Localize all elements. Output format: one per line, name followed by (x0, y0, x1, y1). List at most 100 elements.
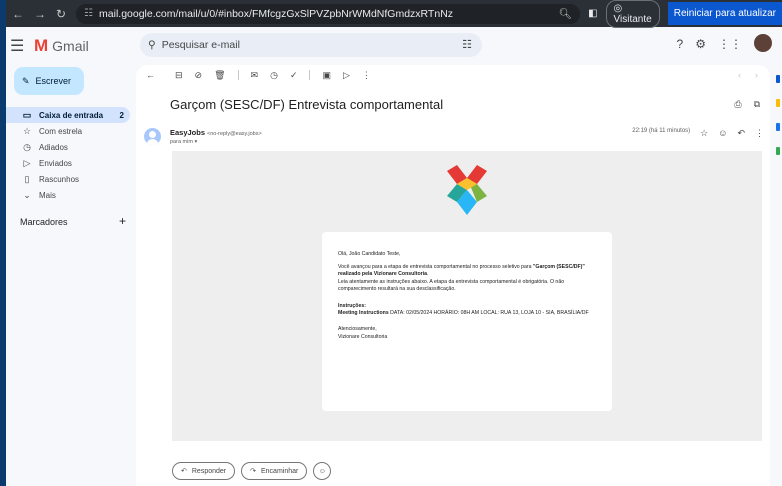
reply-icon: ↶ (181, 468, 187, 475)
browser-toolbar: ← → ↻ ☷ mail.google.com/mail/u/0/#inbox/… (6, 0, 782, 28)
sidebar-item-drafts[interactable]: ▯ Rascunhos (6, 171, 130, 187)
reply-button[interactable]: ↶ Responder (172, 462, 236, 480)
profile-button[interactable]: ◎ Visitante (605, 0, 660, 28)
sidebar-item-inbox[interactable]: ▭ Caixa de entrada 2 (6, 107, 130, 123)
filter-options-icon[interactable]: ☷ (462, 38, 472, 51)
help-icon[interactable]: ? (677, 37, 684, 52)
pencil-icon: ✎ (22, 75, 30, 86)
company-name: Vizionare Consultoria (338, 333, 388, 340)
snooze-icon[interactable]: ◷ (270, 70, 278, 81)
compose-label: Escrever (35, 76, 72, 86)
paragraph-2: Leia atentamente as instruções abaixo. A… (338, 278, 565, 293)
recipient-label: para mim (170, 139, 193, 145)
side-panel-rail (770, 65, 782, 486)
send-icon: ▷ (23, 157, 31, 168)
search-placeholder: Pesquisar e-mail (161, 39, 240, 51)
recipient-details[interactable]: para mim ▾ (170, 139, 262, 145)
profile-icon: ◎ (613, 2, 623, 14)
sidebar-item-label: Mais (39, 190, 56, 200)
sidebar-item-label: Adiados (39, 142, 68, 152)
sidebar-item-sent[interactable]: ▷ Enviados (6, 155, 130, 171)
add-label-icon[interactable]: + (119, 214, 126, 228)
chevron-down-icon: ▾ (194, 139, 198, 145)
sidebar-item-label: Com estrela (39, 126, 83, 136)
tasks-icon[interactable] (776, 123, 780, 131)
add-task-icon[interactable]: ✓ (290, 70, 298, 81)
instructions: Instruções: Meeting Instructions DATA: 02… (338, 303, 596, 318)
sidebar-item-label: Caixa de entrada (39, 110, 104, 120)
emoji-icon: ☺ (318, 467, 326, 475)
clock-icon: ◷ (23, 141, 31, 152)
reload-icon[interactable]: ↻ (56, 7, 66, 21)
archive-icon[interactable]: ⊟ (175, 70, 183, 81)
browser-window: ← → ↻ ☷ mail.google.com/mail/u/0/#inbox/… (6, 0, 782, 486)
site-info-icon[interactable]: ☷ (84, 8, 93, 19)
reply-label: Responder (191, 467, 227, 475)
star-icon[interactable]: ☆ (700, 128, 708, 139)
paragraph-1-end: . (426, 271, 429, 278)
sidebar-item-label: Enviados (39, 158, 72, 168)
sidebar-item-more[interactable]: ⌄ Mais (6, 187, 130, 203)
forward-button[interactable]: ↷ Encaminhar (241, 462, 308, 480)
settings-icon[interactable]: ⚙ (695, 37, 706, 52)
chevron-down-icon: ⌄ (23, 189, 31, 200)
instructions-text: DATA: 02/05/2024 HORÁRIO: 08H AM LOCAL: … (388, 309, 589, 316)
contacts-icon[interactable] (776, 147, 780, 155)
move-to-icon[interactable]: ▣ (322, 70, 331, 81)
sidebar: ✎ Escrever ▭ Caixa de entrada 2 ☆ Com es… (6, 65, 136, 486)
message-toolbar: ← ⊟ ⊘ 🗑︎ ✉ ◷ ✓ ▣ ▷ ⋮ ‹ › (136, 65, 770, 85)
keep-icon[interactable] (776, 99, 780, 107)
labels-title: Marcadores (20, 217, 68, 227)
greeting: Olá, João Candidato Teste, (338, 251, 401, 257)
gmail-logo[interactable]: M Gmail (34, 36, 89, 56)
more-options-icon[interactable]: ⋮ (362, 70, 371, 81)
search-icon[interactable]: ⚲ (148, 39, 156, 51)
forward-label: Encaminhar (261, 467, 299, 475)
sender-name[interactable]: EasyJobs (170, 128, 205, 137)
print-icon[interactable]: ⎙ (734, 99, 741, 110)
reply-actions: ↶ Responder ↷ Encaminhar ☺ (172, 462, 332, 480)
url-text: mail.google.com/mail/u/0/#inbox/FMfcgzGx… (99, 7, 454, 20)
compose-button[interactable]: ✎ Escrever (14, 67, 84, 95)
sender-avatar[interactable] (144, 128, 161, 145)
sidebar-item-snoozed[interactable]: ◷ Adiados (6, 139, 130, 155)
report-spam-icon[interactable]: ⊘ (195, 70, 203, 81)
address-bar[interactable]: ☷ mail.google.com/mail/u/0/#inbox/FMfcgz… (76, 3, 581, 24)
newer-icon[interactable]: ‹ (738, 70, 741, 80)
email-body: Olá, João Candidato Teste, Você avançou … (172, 151, 762, 441)
sender-header: EasyJobs <no-reply@easy.jobs> para mim ▾… (144, 128, 764, 145)
emoji-reaction-icon[interactable]: ☺ (718, 128, 727, 138)
more-options-icon[interactable]: ⋮ (755, 128, 764, 139)
company-logo (447, 165, 487, 215)
search-input[interactable]: ⚲ Pesquisar e-mail ☷ (140, 33, 482, 57)
sidebar-item-starred[interactable]: ☆ Com estrela (6, 123, 130, 139)
profile-label: Visitante (613, 13, 652, 25)
forward-icon[interactable]: → (34, 7, 46, 21)
restart-button[interactable]: Reiniciar para atualizar (667, 2, 782, 25)
avatar[interactable] (754, 34, 772, 52)
apps-icon[interactable]: ⋮⋮ (718, 37, 742, 52)
paragraph-1-text: Você avançou para a etapa de entrevista … (338, 263, 533, 270)
open-new-window-icon[interactable]: ⧉ (754, 99, 760, 110)
menu-icon[interactable]: ☰ (10, 36, 28, 56)
back-icon[interactable]: ← (12, 7, 24, 21)
mark-unread-icon[interactable]: ✉ (251, 70, 259, 81)
paragraph-1: Você avançou para a etapa de entrevista … (338, 264, 596, 294)
calendar-icon[interactable] (776, 75, 780, 83)
reply-icon[interactable]: ↶ (737, 128, 745, 139)
email-card: Olá, João Candidato Teste, Você avançou … (322, 232, 612, 411)
label-icon[interactable]: ▷ (343, 70, 350, 81)
emoji-reaction-button[interactable]: ☺ (313, 462, 332, 480)
delete-icon[interactable]: 🗑︎ (214, 70, 225, 81)
instructions-label: Meeting Instructions (338, 309, 389, 316)
sidepanel-icon[interactable]: ◧ (588, 8, 597, 19)
labels-header: Marcadores + (6, 214, 126, 228)
back-to-inbox-icon[interactable]: ← (146, 70, 155, 80)
app-name: Gmail (52, 38, 89, 54)
zoom-icon[interactable]: 🔍︎ (559, 7, 572, 20)
sender-email: <no-reply@easy.jobs> (206, 131, 262, 137)
email-timestamp: 22:19 (há 11 minutos) (632, 128, 691, 134)
instructions-title: Instruções: (338, 302, 366, 309)
inbox-icon: ▭ (22, 109, 32, 120)
older-icon[interactable]: › (755, 70, 758, 80)
